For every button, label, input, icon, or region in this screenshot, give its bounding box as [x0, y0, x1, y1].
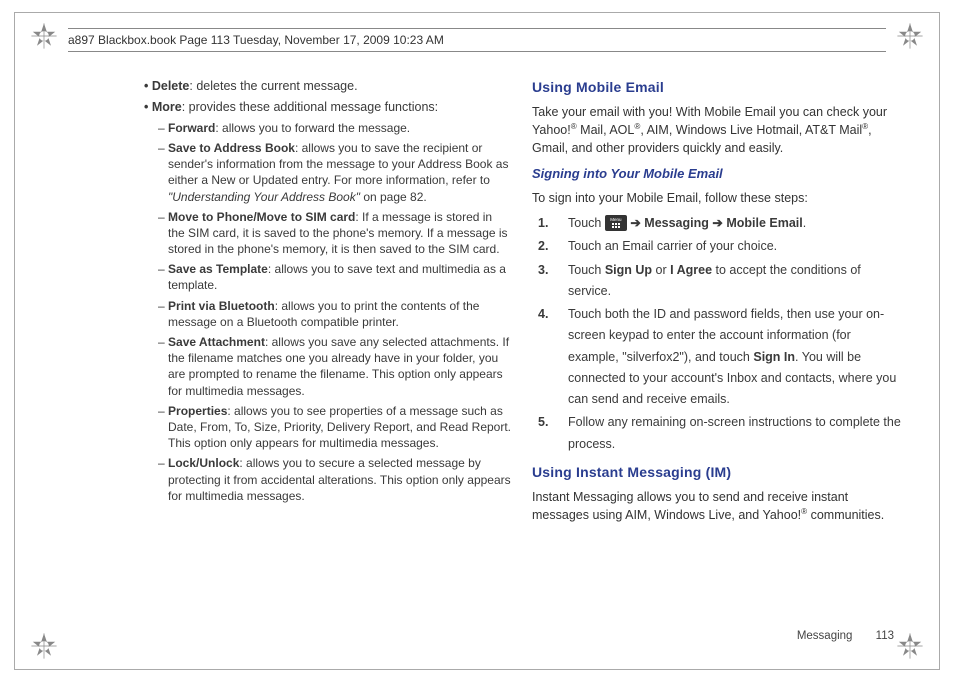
page-footer: Messaging 113: [797, 630, 894, 642]
step-1: 1. Touch Menu ➔ Messaging ➔ Mobile Email…: [532, 213, 904, 234]
register-mark-icon: [896, 22, 924, 50]
heading-im: Using Instant Messaging (IM): [532, 463, 904, 482]
step-3: 3. Touch Sign Up or I Agree to accept th…: [532, 260, 904, 303]
step-number: 4.: [538, 304, 556, 410]
bullet-move: Move to Phone/Move to SIM card: If a mes…: [140, 209, 512, 258]
heading-mobile-email: Using Mobile Email: [532, 78, 904, 97]
bullet-print-bluetooth: Print via Bluetooth: allows you to print…: [140, 298, 512, 330]
step-4: 4. Touch both the ID and password fields…: [532, 304, 904, 410]
para-im-intro: Instant Messaging allows you to send and…: [532, 488, 904, 524]
step-number: 2.: [538, 236, 556, 257]
register-mark-icon: [896, 632, 924, 660]
register-mark-icon: [30, 632, 58, 660]
step-2: 2. Touch an Email carrier of your choice…: [532, 236, 904, 257]
bullet-save-attachment: Save Attachment: allows you save any sel…: [140, 334, 512, 399]
heading-signing-in: Signing into Your Mobile Email: [532, 165, 904, 183]
page-content: Delete: deletes the current message. Mor…: [140, 78, 904, 622]
document-header: a897 Blackbox.book Page 113 Tuesday, Nov…: [68, 28, 886, 52]
bullet-save-address-book: Save to Address Book: allows you to save…: [140, 140, 512, 205]
step-5: 5. Follow any remaining on-screen instru…: [532, 412, 904, 455]
header-text: a897 Blackbox.book Page 113 Tuesday, Nov…: [68, 33, 444, 47]
bullet-more: More: provides these additional message …: [140, 99, 512, 116]
bullet-forward: Forward: allows you to forward the messa…: [140, 120, 512, 136]
para-signin-intro: To sign into your Mobile Email, follow t…: [532, 189, 904, 207]
step-body: Touch Menu ➔ Messaging ➔ Mobile Email.: [568, 213, 904, 234]
step-body: Touch Sign Up or I Agree to accept the c…: [568, 260, 904, 303]
footer-section: Messaging: [797, 630, 853, 642]
footer-page-number: 113: [876, 630, 894, 642]
right-column: Using Mobile Email Take your email with …: [532, 78, 904, 622]
step-body: Touch both the ID and password fields, t…: [568, 304, 904, 410]
bullet-save-template: Save as Template: allows you to save tex…: [140, 261, 512, 293]
bullet-properties: Properties: allows you to see properties…: [140, 403, 512, 452]
register-mark-icon: [30, 22, 58, 50]
bullet-lock-unlock: Lock/Unlock: allows you to secure a sele…: [140, 455, 512, 504]
menu-icon: Menu: [605, 215, 627, 231]
step-number: 5.: [538, 412, 556, 455]
bullet-delete: Delete: deletes the current message.: [140, 78, 512, 95]
step-body: Touch an Email carrier of your choice.: [568, 236, 904, 257]
step-body: Follow any remaining on-screen instructi…: [568, 412, 904, 455]
step-number: 3.: [538, 260, 556, 303]
left-column: Delete: deletes the current message. Mor…: [140, 78, 512, 622]
step-number: 1.: [538, 213, 556, 234]
para-mobile-email-intro: Take your email with you! With Mobile Em…: [532, 103, 904, 158]
